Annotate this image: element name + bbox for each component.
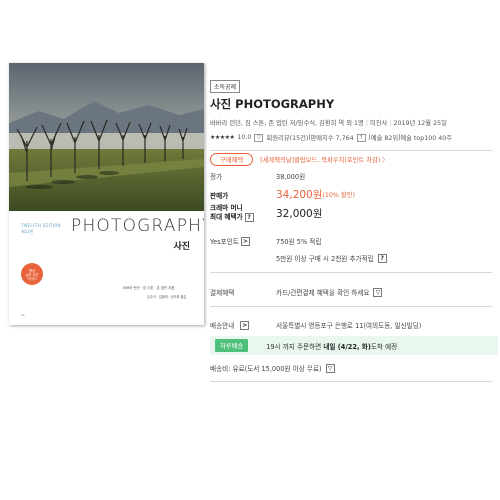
- yes-point-value: 750원 5% 적립: [276, 238, 322, 246]
- rank-art[interactable]: 예술 82위: [371, 133, 398, 142]
- list-price-value: 38,000원: [276, 173, 306, 181]
- yes-point-arrow-icon[interactable]: >: [240, 236, 250, 246]
- delivery-fee: 배송비: 유료(도서 15,000원 이상 무료): [210, 365, 322, 373]
- delivery-fee-dropdown-icon[interactable]: ▽: [325, 363, 335, 373]
- crema-label-line1: 크레마 머니: [210, 204, 243, 212]
- delivery-label-wrap: 배송안내 >: [210, 320, 276, 330]
- sales-index: 판매지수 7,764: [310, 135, 354, 142]
- list-price-row: 정가 38,000원: [210, 171, 305, 181]
- yes-point-extra-row: 5만원 이상 구매 시 2천원 추가적립 ?: [276, 253, 387, 263]
- today-delivery-tag: 하루배송: [215, 339, 249, 352]
- crema-label: 크레마 머니 최대 혜택가 ?: [210, 204, 276, 222]
- payment-dropdown-icon[interactable]: ▽: [373, 287, 383, 297]
- product-info-panel: 소득공제 사진 PHOTOGRAPHY 바바라 런던, 짐 스톤, 존 업턴 저…: [210, 74, 498, 151]
- yes-point-label: Yes포인트: [210, 238, 239, 246]
- purchase-benefit-link[interactable]: [세계책의날]클립보드, 북파우치(포인트 차감) 〉: [260, 155, 388, 164]
- divider: [210, 150, 492, 151]
- crema-label-line2: 최대 혜택가: [210, 213, 243, 221]
- member-reviews-link[interactable]: 회원리뷰(15건): [266, 133, 308, 142]
- rating-dropdown-icon[interactable]: ▽: [254, 133, 264, 142]
- purchase-benefit-row: 구매혜택 [세계책의날]클립보드, 북파우치(포인트 차감) 〉: [210, 153, 389, 166]
- payment-benefit-value: 카드/간편결제 혜택을 확인 하세요: [276, 289, 370, 297]
- yes-point-extra: 5만원 이상 구매 시 2천원 추가적립: [276, 255, 374, 263]
- divider: [210, 306, 492, 307]
- delivery-row: 배송안내 > 서울특별시 영등포구 은행로 11(여의도동, 일신빌딩): [210, 320, 421, 330]
- today-delivery-bar: 하루배송 19시 까지 주문하면 내일 (4/22, 화)도착 예정: [210, 336, 498, 355]
- product-authors[interactable]: 바바라 런던, 짐 스톤, 존 업턴 저/임수식, 김환희 역 외 1명: [210, 120, 364, 127]
- publisher-logo: PS: [21, 313, 25, 317]
- today-delivery-text-c: 도착 예정: [370, 342, 398, 351]
- sale-price-label: 판매가: [210, 191, 229, 200]
- tax-deduction-badge: 소득공제: [210, 80, 241, 93]
- today-delivery-text: 19시 까지 주문하면 내일 (4/22, 화)도착 예정: [266, 341, 397, 351]
- delivery-label: 배송안내: [210, 322, 235, 330]
- purchase-benefit-tag: 구매혜택: [210, 153, 254, 166]
- today-delivery-date: 내일 (4/22, 화): [323, 342, 371, 351]
- yes-point-row: Yes포인트 > 750원 5% 적립: [210, 236, 321, 246]
- cover-edition-label: TWELFTH EDITION: [21, 223, 61, 228]
- divider: [210, 381, 492, 382]
- list-price-label: 정가: [210, 173, 223, 181]
- product-stats: ★★★★★ 10.0 ▽ 회원리뷰(15건) | 판매지수 7,764 ? | 예술…: [210, 133, 453, 142]
- cover-photo-illustration: [9, 63, 204, 211]
- crema-price-row: 크레마 머니 최대 혜택가 ? 32,000원: [210, 204, 322, 222]
- star-rating-icon: ★★★★★: [210, 134, 235, 141]
- sale-price-row: 판매가 34,200원 (10% 할인): [210, 187, 355, 202]
- delivery-arrow-icon[interactable]: >: [240, 320, 250, 330]
- cover-badge: 향상 실무 사진 가이드!: [21, 263, 43, 285]
- yes-point-label-wrap: Yes포인트 >: [210, 236, 276, 246]
- crema-price-value: 32,000원: [276, 207, 323, 220]
- book-cover-image[interactable]: TWELFTH EDITION 제12판 PHOTOGRAPHY 사진 향상 실…: [9, 63, 204, 325]
- delivery-address[interactable]: 서울특별시 영등포구 은행로 11(여의도동, 일신빌딩): [276, 320, 421, 330]
- cover-authors: 바바라 런던 · 짐 스톤 · 존 업턴 지음: [123, 286, 175, 290]
- delivery-fee-row: 배송비: 유료(도서 15,000원 이상 무료) ▽: [210, 363, 335, 373]
- cover-subtitle: 사진: [173, 242, 190, 252]
- product-meta: 바바라 런던, 짐 스톤, 존 업턴 저/임수식, 김환희 역 외 1명 | 미진사…: [210, 120, 447, 127]
- cover-edition-ko: 제12판: [21, 229, 34, 234]
- cover-title: PHOTOGRAPHY: [71, 216, 204, 236]
- payment-benefit-label: 결제혜택: [210, 289, 235, 297]
- today-delivery-text-a: 19시 까지 주문하면: [266, 342, 324, 351]
- product-title: 사진 PHOTOGRAPHY: [210, 97, 335, 111]
- divider: [210, 272, 492, 273]
- sale-discount-percent: (10% 할인): [322, 192, 355, 199]
- cover-badge-line: 가이드!: [26, 277, 38, 281]
- cover-translators: 임수식 · 김환희 · 신도희 옮김: [147, 295, 187, 299]
- yes-point-extra-help-icon[interactable]: ?: [377, 253, 387, 263]
- payment-benefit-row: 결제혜택 카드/간편결제 혜택을 확인 하세요 ▽: [210, 287, 383, 297]
- sale-price-value: 34,200원: [276, 189, 323, 201]
- rank-top100[interactable]: 예술 top100 40주: [400, 133, 452, 142]
- crema-help-icon[interactable]: ?: [244, 213, 254, 222]
- product-publisher[interactable]: 미진사: [370, 120, 387, 127]
- product-date: 2019년 12월 25일: [393, 120, 447, 127]
- sales-index-help-icon[interactable]: ?: [356, 133, 366, 142]
- rating-score: 10.0: [237, 134, 252, 141]
